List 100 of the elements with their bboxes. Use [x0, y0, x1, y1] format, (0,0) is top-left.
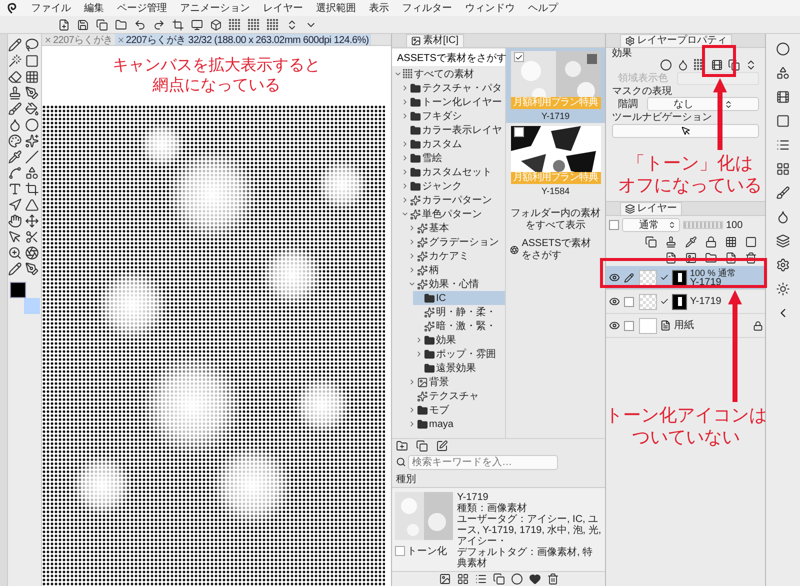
- document-tab[interactable]: 2207らくがき: [42, 34, 115, 45]
- text-tool-icon[interactable]: [8, 182, 22, 196]
- trash-icon[interactable]: [546, 573, 558, 585]
- pattern-icon[interactable]: [410, 208, 421, 220]
- folder-icon[interactable]: [410, 180, 421, 192]
- folder-icon[interactable]: [424, 348, 435, 360]
- eraser-icon[interactable]: [8, 70, 22, 84]
- move-icon[interactable]: [25, 214, 39, 228]
- dots-icon[interactable]: [248, 18, 260, 30]
- gradation-select[interactable]: なし: [647, 97, 759, 111]
- aperture-icon[interactable]: [25, 246, 39, 260]
- checkbox[interactable]: [624, 320, 634, 330]
- chevron-icon[interactable]: [408, 406, 416, 414]
- tree-item[interactable]: カケアミ: [406, 249, 505, 263]
- folder-icon[interactable]: [410, 124, 421, 136]
- checkbox[interactable]: [624, 296, 634, 306]
- film-icon[interactable]: [776, 90, 790, 104]
- hand-icon[interactable]: [8, 214, 22, 228]
- tree-item[interactable]: カラーパターン: [399, 193, 505, 207]
- show-all-link[interactable]: フォルダー内の素材をすべて表示: [510, 208, 601, 232]
- menu-item[interactable]: レイヤー: [263, 1, 303, 15]
- blend-mode-select[interactable]: 通常: [622, 218, 680, 232]
- monitor-icon[interactable]: [191, 18, 203, 30]
- copy-icon[interactable]: [492, 573, 504, 585]
- pattern-icon[interactable]: [424, 306, 435, 318]
- layers-icon[interactable]: [776, 234, 790, 248]
- pencil-icon[interactable]: [8, 262, 22, 276]
- chevron-icon[interactable]: [408, 280, 416, 288]
- close-icon[interactable]: [44, 36, 52, 44]
- chevrons-icon[interactable]: [745, 59, 757, 71]
- folder-icon[interactable]: [115, 18, 127, 30]
- menu-item[interactable]: 表示: [369, 1, 389, 15]
- box-icon[interactable]: [210, 18, 222, 30]
- pattern-icon[interactable]: [417, 236, 428, 248]
- folder-icon[interactable]: [705, 252, 717, 264]
- triangle-icon[interactable]: [25, 198, 39, 212]
- lasso-icon[interactable]: [25, 38, 39, 52]
- trash-icon[interactable]: [745, 252, 757, 264]
- tree-item[interactable]: 効果・心情: [406, 277, 505, 291]
- panel-tab[interactable]: レイヤープロパティ: [620, 34, 732, 47]
- arrow-pointer-icon[interactable]: [8, 198, 22, 212]
- tree-item[interactable]: テクスチャ・パタ: [399, 81, 505, 95]
- eye-icon[interactable]: [609, 320, 620, 331]
- tree-item[interactable]: ポップ・雰囲: [413, 347, 505, 361]
- tree-item[interactable]: 明・静・柔・: [413, 305, 505, 319]
- assets-button[interactable]: ASSETSで素材をさがす: [392, 49, 505, 66]
- tree-item[interactable]: 遠景効果: [413, 361, 505, 375]
- folder-icon[interactable]: [410, 96, 421, 108]
- square-icon[interactable]: [25, 54, 39, 68]
- circle-icon[interactable]: [510, 573, 522, 585]
- palette-icon[interactable]: [8, 134, 22, 148]
- crop-icon[interactable]: [172, 18, 184, 30]
- tree-item[interactable]: フキダシ: [399, 109, 505, 123]
- pattern-icon[interactable]: [410, 194, 421, 206]
- edit-icon[interactable]: [436, 440, 448, 452]
- folder-icon[interactable]: [410, 82, 421, 94]
- chevron-icon[interactable]: [401, 98, 409, 106]
- tree-item[interactable]: 雪絵: [399, 151, 505, 165]
- search-field[interactable]: 検索キーワードを入…: [408, 454, 558, 470]
- scissors-icon[interactable]: [25, 230, 39, 244]
- image-icon[interactable]: [685, 252, 697, 264]
- tool-navigation-button[interactable]: [612, 124, 759, 138]
- main-color-swatch[interactable]: [10, 282, 26, 298]
- eye-icon[interactable]: [609, 296, 620, 307]
- tree-item[interactable]: 柄: [406, 263, 505, 277]
- tree-item[interactable]: 基本: [406, 221, 505, 235]
- curve-icon[interactable]: [8, 166, 22, 180]
- image-icon[interactable]: [438, 573, 450, 585]
- pen-icon[interactable]: [25, 262, 39, 276]
- heart-icon[interactable]: [528, 573, 540, 585]
- grid-icon[interactable]: [25, 70, 39, 84]
- tree-item[interactable]: カスタムセット: [399, 165, 505, 179]
- square-icon[interactable]: [776, 114, 790, 128]
- folder-icon[interactable]: [424, 292, 435, 304]
- chevron-icon[interactable]: [401, 140, 409, 148]
- chevron-icon[interactable]: [401, 84, 409, 92]
- stamp-icon[interactable]: [665, 236, 677, 248]
- brush-icon[interactable]: [776, 186, 790, 200]
- tree-item[interactable]: 背景: [406, 375, 505, 389]
- zoom-icon[interactable]: [8, 246, 22, 260]
- tree-item[interactable]: IC: [413, 291, 505, 305]
- eye-icon[interactable]: [609, 272, 620, 283]
- image-icon[interactable]: [417, 376, 428, 388]
- tree-item[interactable]: 暗・激・緊・: [413, 319, 505, 333]
- tree-item[interactable]: カスタム: [399, 137, 505, 151]
- pipette-icon[interactable]: [685, 236, 697, 248]
- material-card[interactable]: 月額利用プラン特典 Y-1719: [506, 48, 605, 123]
- chevrons-icon[interactable]: [286, 18, 298, 30]
- opacity-slider[interactable]: [683, 221, 723, 229]
- pencil-icon[interactable]: [8, 38, 22, 52]
- tree-item[interactable]: カラー表示レイヤ: [399, 123, 505, 137]
- dots-icon[interactable]: [403, 69, 413, 79]
- chevron-icon[interactable]: [401, 196, 409, 204]
- menu-item[interactable]: フィルター: [402, 1, 452, 15]
- folder-icon[interactable]: [417, 418, 428, 430]
- droplet-icon[interactable]: [776, 210, 790, 224]
- circle-icon[interactable]: [776, 42, 790, 56]
- chevron-icon[interactable]: [408, 224, 416, 232]
- menu-item[interactable]: 選択範囲: [316, 1, 356, 15]
- menu-item[interactable]: 編集: [84, 1, 104, 15]
